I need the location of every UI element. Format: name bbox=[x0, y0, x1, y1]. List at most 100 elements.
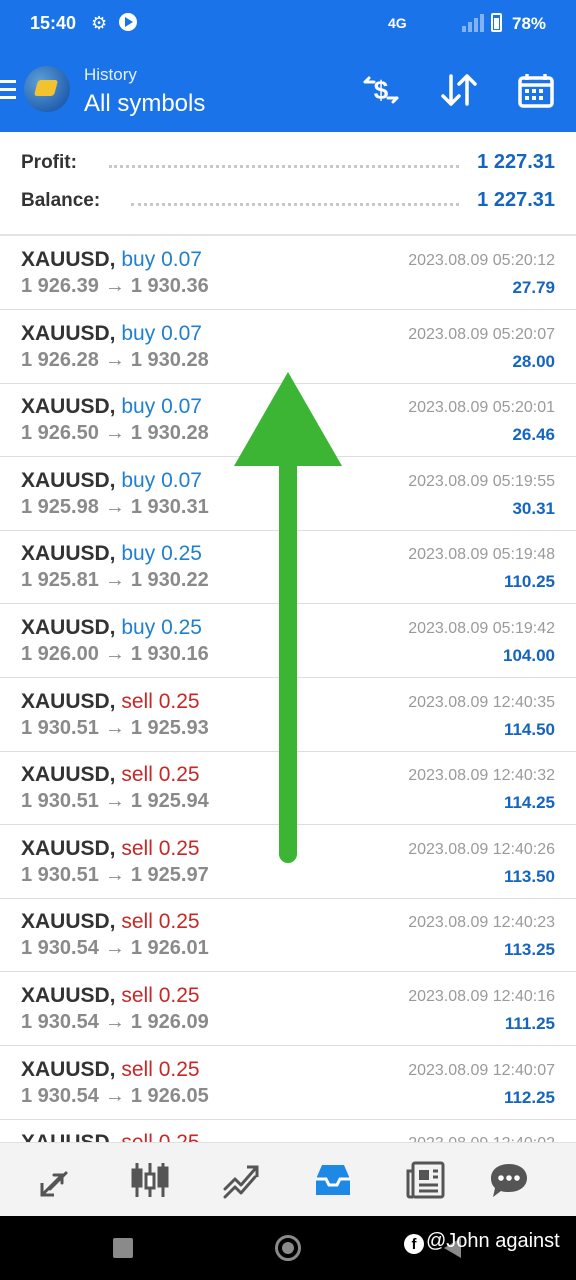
trade-symbol: XAUUSD, sell 0.25 bbox=[21, 984, 200, 1008]
trade-prices: 1 926.39 → 1 930.36 bbox=[21, 275, 209, 298]
close-price: 1 930.22 bbox=[130, 569, 209, 592]
trade-row[interactable]: XAUUSD, buy 0.07 1 926.39 → 1 930.36 2023.08… bbox=[0, 236, 576, 310]
trade-prices: 1 930.54 → 1 926.01 bbox=[21, 937, 209, 960]
trade-symbol: XAUUSD, buy 0.25 bbox=[21, 616, 202, 640]
status-time: 15:40 bbox=[30, 13, 77, 33]
chart-icon[interactable] bbox=[129, 1159, 171, 1201]
arrow-right-icon: → bbox=[104, 863, 125, 886]
symbol-name: XAUUSD, bbox=[21, 395, 116, 419]
open-price: 1 930.51 bbox=[21, 790, 99, 813]
trade-profit: 113.25 bbox=[503, 940, 555, 960]
recents-button[interactable] bbox=[113, 1238, 133, 1258]
trade-time: 2023.08.09 05:19:55 bbox=[408, 472, 555, 490]
trade-symbol: XAUUSD, sell 0.25 bbox=[21, 763, 200, 787]
trade-time: 2023.08.09 12:40:35 bbox=[408, 693, 555, 711]
trade-time: 2023.08.09 05:19:42 bbox=[408, 620, 555, 637]
trade-profit: 104.00 bbox=[503, 646, 555, 665]
network-indicator: 4G bbox=[388, 15, 407, 31]
trade-prices: 1 930.51 → 1 925.93 bbox=[21, 717, 209, 740]
trade-volume: 0.25 bbox=[158, 763, 200, 787]
sort-icon[interactable] bbox=[439, 70, 479, 110]
close-price: 1 930.28 bbox=[130, 422, 209, 445]
arrow-right-icon: → bbox=[104, 495, 125, 518]
trade-time: 2023.08.09 12:40:23 bbox=[408, 914, 555, 932]
signal-icon bbox=[462, 14, 484, 32]
balance-label: Balance: bbox=[21, 190, 101, 211]
close-price: 1 926.05 bbox=[130, 1084, 209, 1107]
arrow-right-icon: → bbox=[104, 569, 125, 592]
trade-side: sell bbox=[121, 763, 153, 787]
symbol-name: XAUUSD, bbox=[21, 542, 116, 566]
trade-row[interactable]: XAUUSD, sell 0.25 2023.08.09 12:40:02 bbox=[0, 1119, 576, 1142]
close-price: 1 930.28 bbox=[130, 348, 209, 371]
trade-time: 2023.08.09 05:20:07 bbox=[408, 325, 555, 343]
trade-side: buy bbox=[121, 468, 156, 492]
profit-value: 1 227.31 bbox=[477, 151, 555, 173]
open-price: 1 925.81 bbox=[21, 569, 99, 592]
trade-profit: 110.25 bbox=[503, 572, 555, 592]
trade-time: 2023.08.09 05:20:01 bbox=[408, 399, 555, 417]
currency-filter-icon[interactable]: $ bbox=[361, 70, 401, 110]
open-price: 1 930.51 bbox=[21, 716, 99, 739]
trade-row[interactable]: XAUUSD, sell 0.25 1 930.54 → 1 926.09 2023.0… bbox=[0, 972, 576, 1046]
trade-profit: 114.50 bbox=[503, 719, 555, 739]
trade-row[interactable]: XAUUSD, sell 0.25 1 930.54 → 1 926.01 2023.0… bbox=[0, 898, 576, 973]
trade-symbol: XAUUSD, buy 0.07 bbox=[21, 395, 202, 419]
trade-prices: 1 925.98 → 1 930.31 bbox=[21, 496, 209, 519]
page-title[interactable]: All symbols bbox=[84, 90, 205, 118]
close-price: 1 925.97 bbox=[130, 863, 209, 886]
trade-side: sell bbox=[121, 689, 153, 713]
trade-profit: 112.25 bbox=[503, 1087, 555, 1107]
app-logo bbox=[24, 66, 70, 112]
watermark: f @John against bbox=[404, 1230, 560, 1254]
open-price: 1 930.54 bbox=[21, 1011, 99, 1033]
symbol-name: XAUUSD, bbox=[21, 616, 116, 639]
quotes-icon[interactable] bbox=[36, 1159, 78, 1201]
trade-time: 2023.08.09 05:20:12 bbox=[408, 252, 555, 269]
watermark-text: @John against bbox=[426, 1230, 560, 1252]
open-price: 1 926.50 bbox=[21, 422, 99, 445]
trade-symbol: XAUUSD, sell 0.25 bbox=[21, 690, 200, 714]
history-icon[interactable] bbox=[312, 1159, 354, 1201]
trade-side: buy bbox=[121, 395, 156, 419]
open-price: 1 930.54 bbox=[21, 937, 99, 960]
trade-symbol: XAUUSD, sell 0.25 bbox=[21, 910, 200, 934]
trade-symbol: XAUUSD, buy 0.07 bbox=[21, 469, 202, 493]
symbol-name: XAUUSD, bbox=[21, 984, 116, 1007]
menu-icon[interactable] bbox=[0, 80, 16, 100]
trade-symbol: XAUUSD, buy 0.25 bbox=[21, 542, 202, 566]
trade-volume: 0.25 bbox=[159, 1131, 200, 1142]
arrow-right-icon: → bbox=[104, 1011, 125, 1033]
trade-volume: 0.07 bbox=[161, 395, 202, 419]
trade-volume: 0.25 bbox=[158, 1057, 200, 1081]
trade-symbol: XAUUSD, buy 0.07 bbox=[21, 322, 202, 346]
profit-label: Profit: bbox=[21, 152, 77, 173]
open-price: 1 930.54 bbox=[21, 1084, 99, 1107]
chat-icon[interactable] bbox=[488, 1159, 530, 1201]
trade-row[interactable]: XAUUSD, sell 0.25 1 930.54 → 1 926.05 2023.0… bbox=[0, 1046, 576, 1120]
arrow-right-icon: → bbox=[104, 422, 125, 445]
trade-icon[interactable] bbox=[221, 1159, 263, 1201]
news-icon[interactable] bbox=[405, 1159, 447, 1201]
calendar-icon[interactable] bbox=[516, 70, 556, 110]
trade-prices: 1 926.28 → 1 930.28 bbox=[21, 349, 209, 372]
page-subtitle: History bbox=[84, 65, 137, 84]
arrow-right-icon: → bbox=[104, 790, 125, 813]
trade-time: 2023.08.09 05:19:48 bbox=[408, 546, 555, 564]
home-button[interactable] bbox=[275, 1235, 301, 1261]
trade-profit: 113.50 bbox=[503, 866, 555, 886]
trade-prices: 1 925.81 → 1 930.22 bbox=[21, 569, 209, 592]
status-bar: 15:40 ⚙ 4G 78% bbox=[0, 0, 576, 48]
trade-prices: 1 926.00 → 1 930.16 bbox=[21, 643, 209, 666]
trade-prices: 1 930.54 → 1 926.05 bbox=[21, 1085, 209, 1108]
balance-row: Balance: 1 227.31 bbox=[21, 186, 555, 216]
trade-side: sell bbox=[121, 984, 153, 1007]
symbol-name: XAUUSD, bbox=[21, 1057, 116, 1081]
trade-profit: 28.00 bbox=[512, 351, 555, 371]
trade-symbol: XAUUSD, sell 0.25 bbox=[21, 837, 200, 861]
arrow-right-icon: → bbox=[104, 348, 125, 371]
record-icon bbox=[119, 13, 137, 31]
bottom-nav bbox=[0, 1142, 576, 1216]
arrow-right-icon: → bbox=[104, 937, 125, 960]
symbol-name: XAUUSD, bbox=[21, 763, 116, 787]
